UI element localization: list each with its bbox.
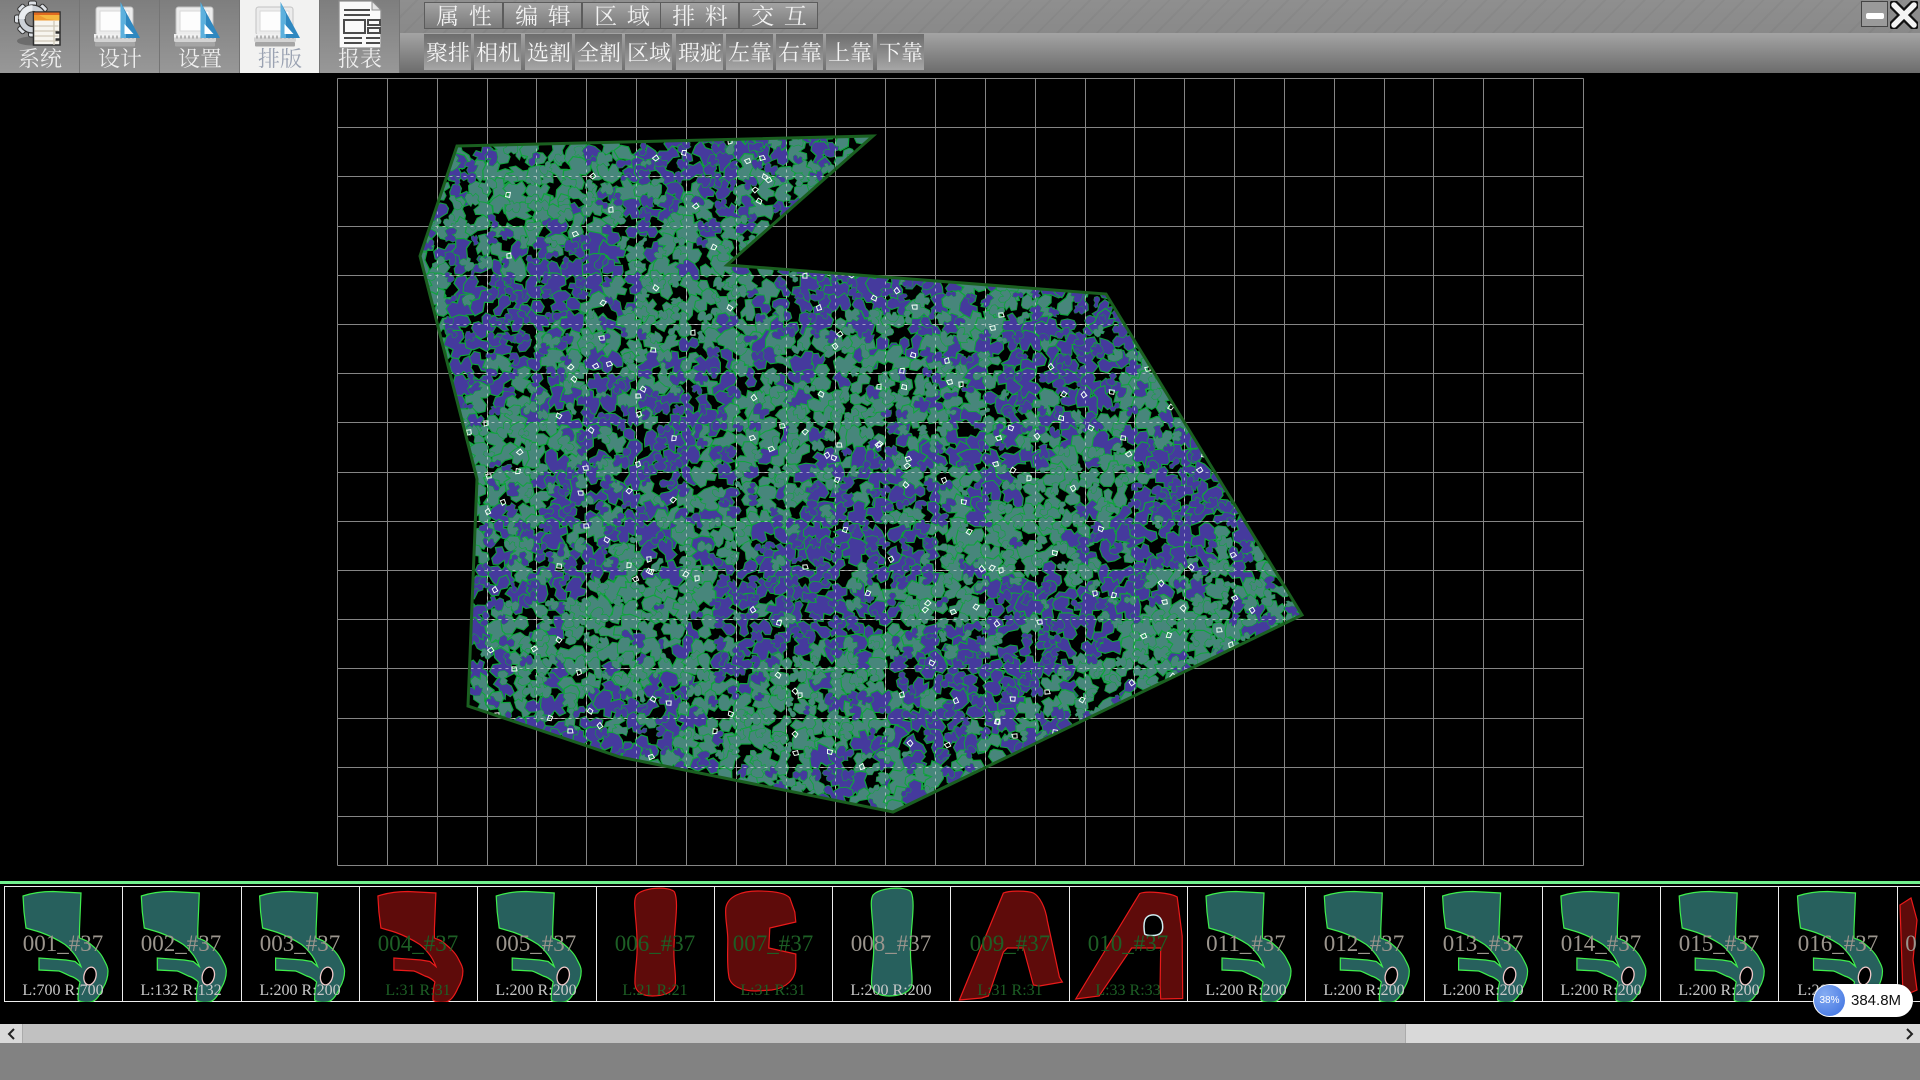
svg-text:0: 0: [1905, 931, 1917, 956]
svg-text:L:200 R:200: L:200 R:200: [1678, 982, 1759, 999]
svg-text:003_#37: 003_#37: [260, 931, 341, 956]
svg-text:002_#37: 002_#37: [141, 931, 222, 956]
svg-text:L:200 R:200: L:200 R:200: [1442, 982, 1523, 999]
svg-text:L:132 R:132: L:132 R:132: [140, 982, 221, 999]
svg-text:L:200 R:200: L:200 R:200: [1205, 982, 1286, 999]
svg-text:015_#37: 015_#37: [1679, 931, 1760, 956]
svg-text:006_#37: 006_#37: [615, 931, 696, 956]
svg-text:L:31 R:31: L:31 R:31: [977, 982, 1042, 999]
svg-text:011_#37: 011_#37: [1206, 931, 1286, 956]
svg-text:L:33 R:33: L:33 R:33: [1095, 982, 1160, 999]
svg-text:L:700 R:700: L:700 R:700: [22, 982, 103, 999]
svg-text:L:31 R:31: L:31 R:31: [740, 982, 805, 999]
svg-text:L:200 R:200: L:200 R:200: [850, 982, 931, 999]
svg-text:L:200 R:200: L:200 R:200: [1323, 982, 1404, 999]
svg-text:005_#37: 005_#37: [496, 931, 577, 956]
svg-text:013_#37: 013_#37: [1443, 931, 1524, 956]
svg-text:L:31 R:31: L:31 R:31: [385, 982, 450, 999]
svg-text:016_#37: 016_#37: [1798, 931, 1879, 956]
svg-text:001_#37: 001_#37: [23, 931, 104, 956]
svg-text:007_#37: 007_#37: [733, 931, 814, 956]
svg-text:L:200 R:200: L:200 R:200: [1560, 982, 1641, 999]
svg-text:010_#37: 010_#37: [1088, 931, 1169, 956]
svg-text:009_#37: 009_#37: [970, 931, 1051, 956]
svg-text:008_#37: 008_#37: [851, 931, 932, 956]
svg-text:L:200 R:200: L:200 R:200: [259, 982, 340, 999]
svg-text:L:21 R:21: L:21 R:21: [622, 982, 687, 999]
svg-text:004_#37: 004_#37: [378, 931, 459, 956]
svg-text:012_#37: 012_#37: [1324, 931, 1405, 956]
svg-text:L:200 R:200: L:200 R:200: [495, 982, 576, 999]
svg-text:014_#37: 014_#37: [1561, 931, 1642, 956]
